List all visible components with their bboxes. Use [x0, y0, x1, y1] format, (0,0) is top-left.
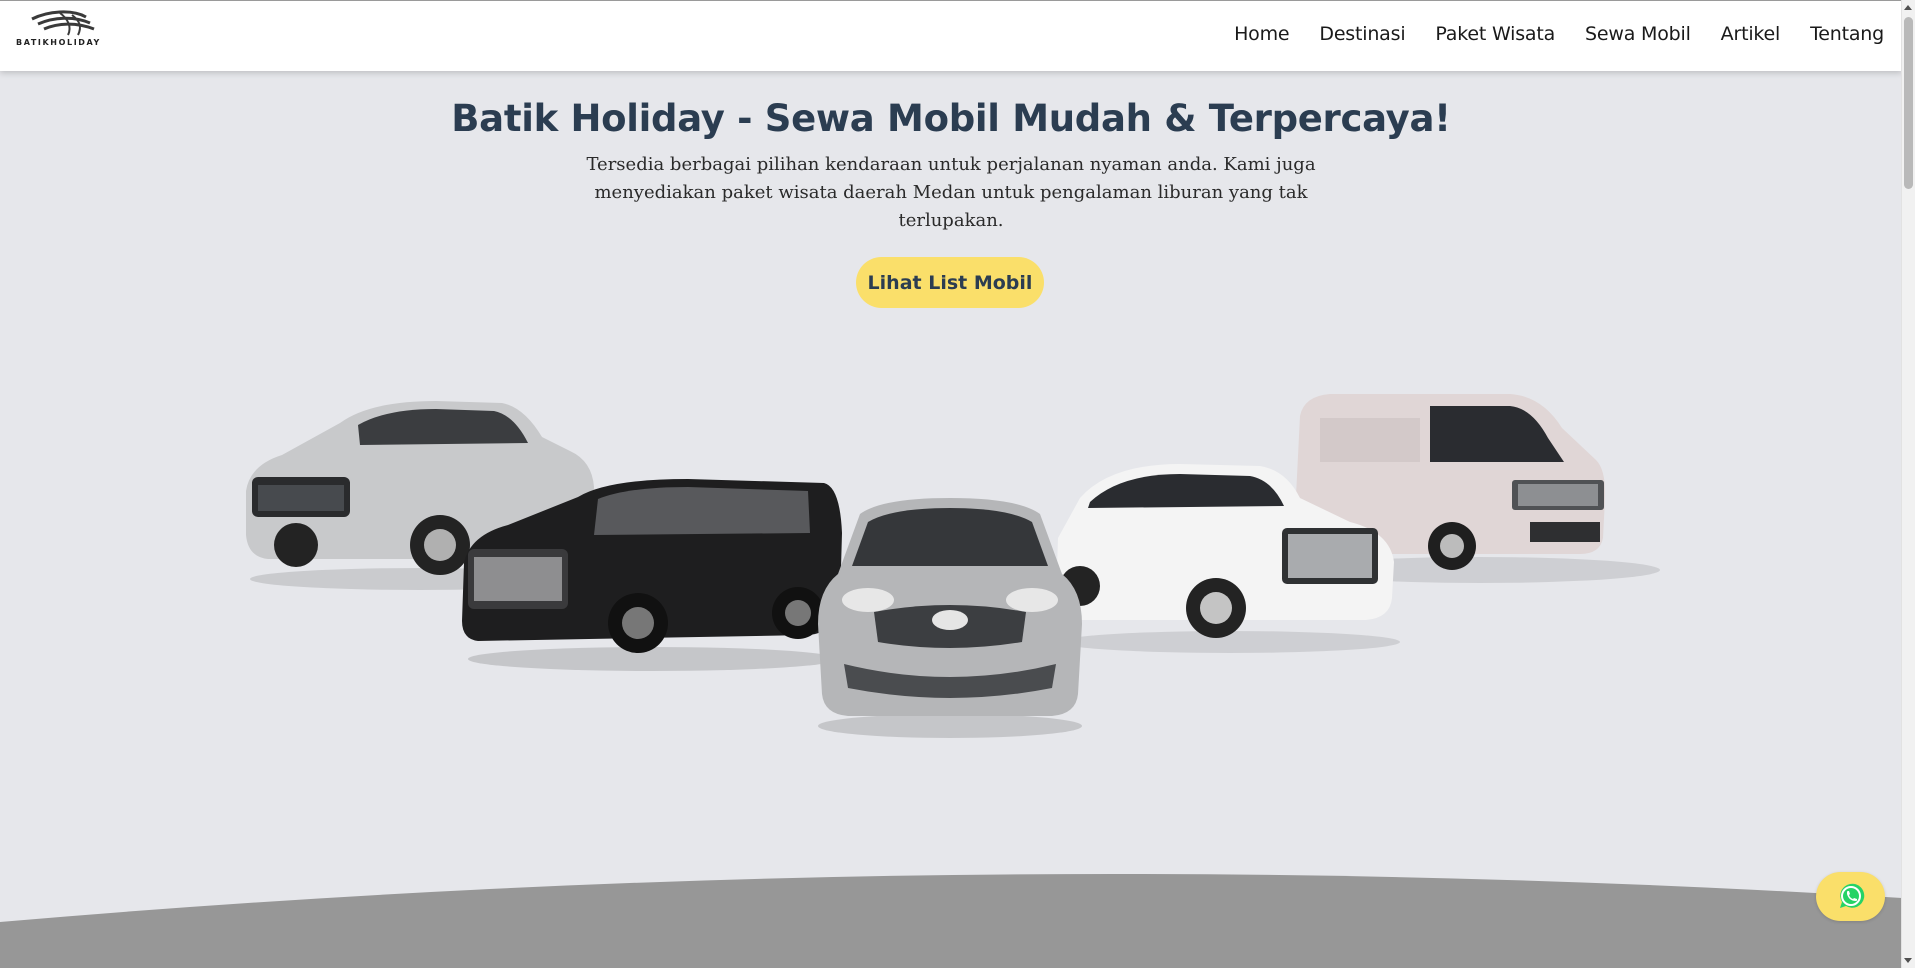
footer-wave [0, 873, 1902, 968]
car-black-mpv[interactable] [458, 473, 848, 673]
main-nav: Home Destinasi Paket Wisata Sewa Mobil A… [1234, 23, 1884, 45]
brand-name: BATIKHOLIDAY [16, 38, 101, 47]
hero-title: Batik Holiday - Sewa Mobil Mudah & Terpe… [451, 97, 1451, 140]
hero-subtitle: Tersedia berbagai pilihan kendaraan untu… [586, 154, 1316, 231]
scroll-up-arrow-icon[interactable] [1904, 5, 1912, 10]
nav-item-sewa-mobil[interactable]: Sewa Mobil [1585, 23, 1691, 45]
nav-item-paket-wisata[interactable]: Paket Wisata [1435, 23, 1555, 45]
scroll-thumb[interactable] [1904, 17, 1913, 189]
whatsapp-button[interactable] [1816, 872, 1885, 921]
nav-item-tentang[interactable]: Tentang [1810, 23, 1884, 45]
view-car-list-button[interactable]: Lihat List Mobil [856, 257, 1044, 308]
brand-logo[interactable]: BATIKHOLIDAY [16, 9, 112, 51]
scroll-down-arrow-icon[interactable] [1904, 958, 1912, 963]
car-white-suv[interactable] [1050, 458, 1410, 658]
car-lineup [0, 0, 1902, 968]
whatsapp-icon [1839, 883, 1864, 908]
navbar: BATIKHOLIDAY Home Destinasi Paket Wisata… [0, 0, 1902, 71]
nav-item-destinasi[interactable]: Destinasi [1319, 23, 1405, 45]
wing-stripes-logo-icon [31, 10, 95, 36]
car-silver-sedan[interactable] [812, 494, 1088, 742]
nav-item-home[interactable]: Home [1234, 23, 1290, 45]
nav-item-artikel[interactable]: Artikel [1721, 23, 1781, 45]
page-scrollbar[interactable] [1901, 0, 1915, 968]
